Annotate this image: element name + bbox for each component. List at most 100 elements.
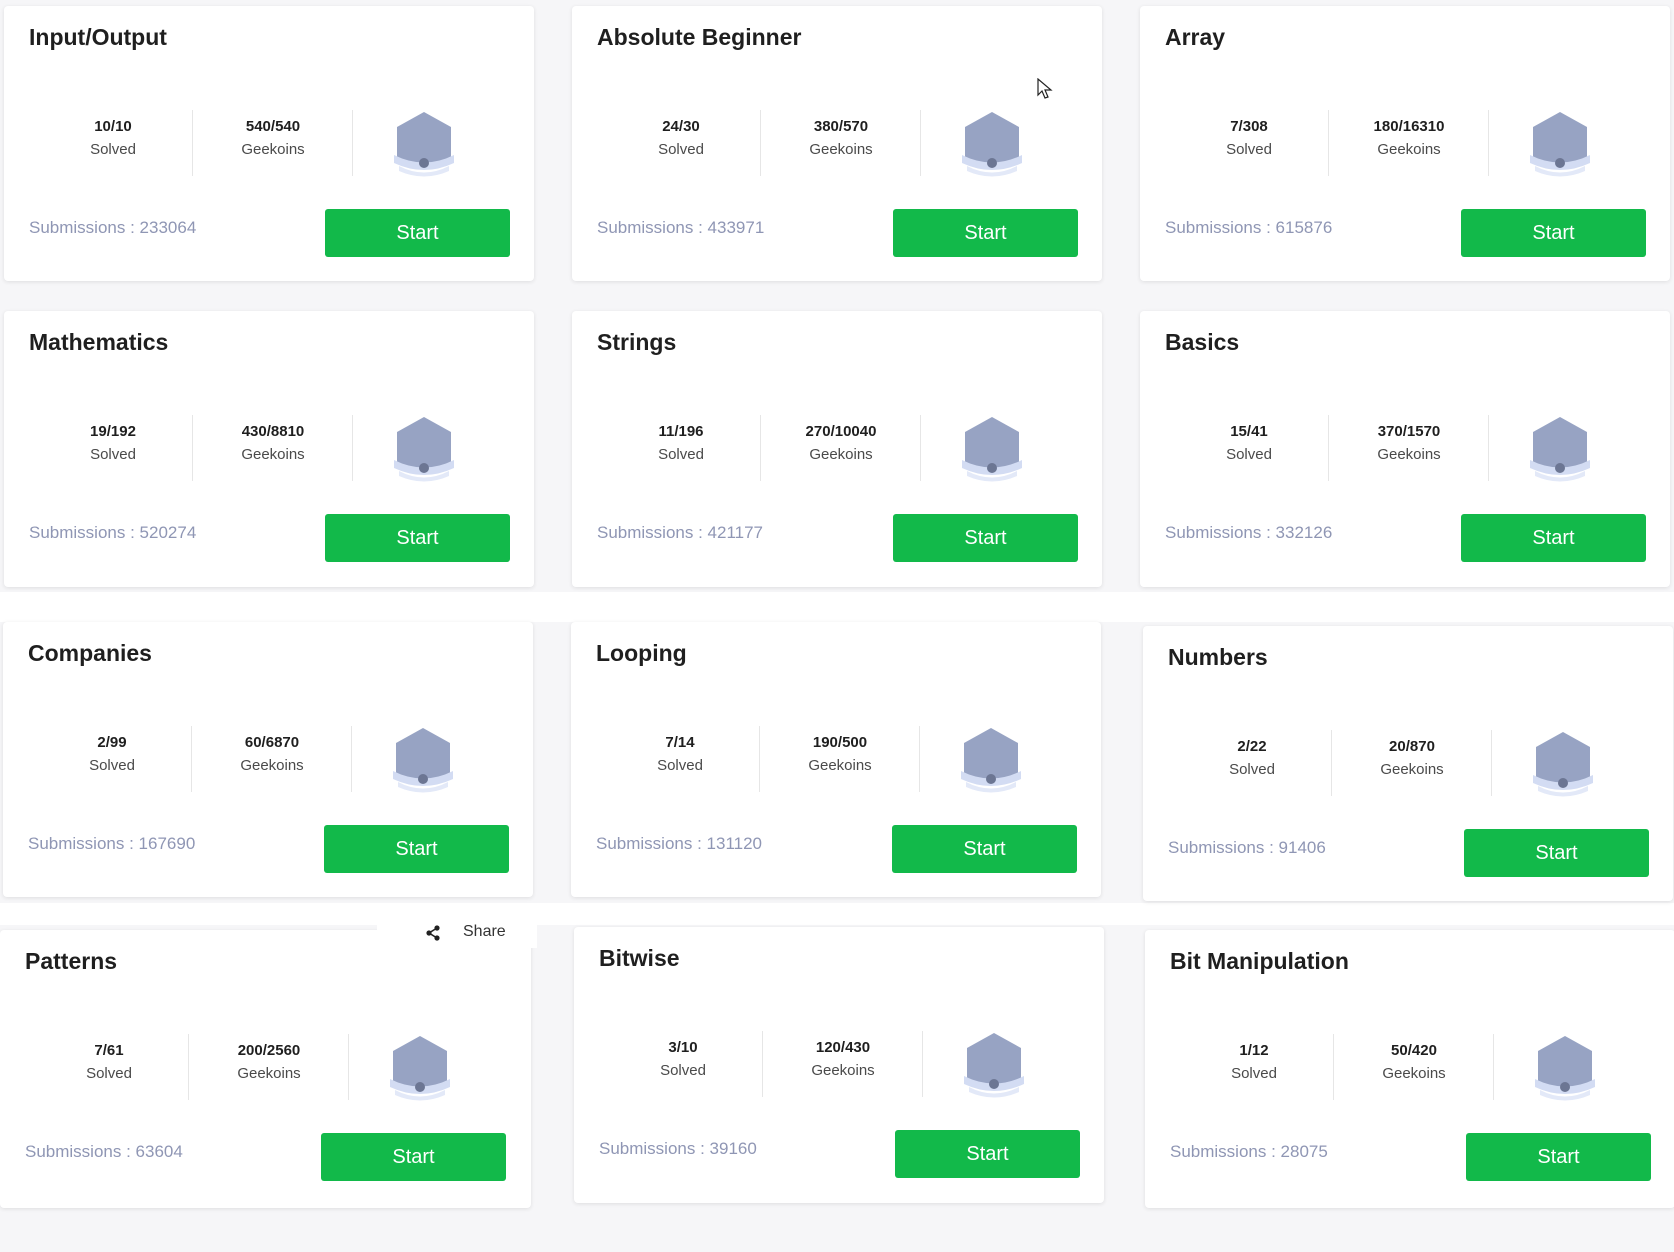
stat-divider [920,415,921,481]
row-separator [0,592,1674,622]
geekoins-stat: 60/6870 Geekoins [192,732,352,794]
geekoins-count: 540/540 [245,118,301,135]
topic-card[interactable]: Basics 15/41 Solved 370/1570 Geekoins Su… [1140,311,1670,587]
share-icon [426,925,440,941]
start-button[interactable]: Start [893,514,1078,562]
start-button[interactable]: Start [325,209,510,257]
share-label: Share [463,923,506,940]
topic-card[interactable]: Bitwise 3/10 Solved 120/430 Geekoins Sub… [574,927,1104,1203]
submissions-count: Submissions : 520274 [29,523,197,542]
solved-label: Solved [90,446,136,463]
geekoins-stat: 180/16310 Geekoins [1329,116,1489,178]
solved-count: 10/10 [94,118,132,135]
geekoins-label: Geekoins [1377,446,1441,463]
geekoins-stat: 190/500 Geekoins [760,732,920,794]
geekoins-count: 180/16310 [1373,118,1445,135]
topic-card[interactable]: Array 7/308 Solved 180/16310 Geekoins Su… [1140,6,1670,281]
badge-icon [964,1033,1024,1098]
topic-card[interactable]: Numbers 2/22 Solved 20/870 Geekoins Subm… [1143,626,1673,901]
solved-count: 2/99 [97,734,127,751]
geekoins-count: 380/570 [813,118,869,135]
solved-count: 3/10 [668,1039,698,1056]
topic-card[interactable]: Absolute Beginner 24/30 Solved 380/570 G… [572,6,1102,281]
solved-stat: 7/14 Solved [600,732,760,794]
solved-count: 2/22 [1237,738,1267,755]
solved-label: Solved [1229,761,1275,778]
solved-stat: 10/10 Solved [33,116,193,178]
stat-divider [919,726,920,792]
submissions-count: Submissions : 63604 [25,1142,183,1161]
start-button[interactable]: Start [321,1133,506,1181]
geekoins-count: 430/8810 [241,423,305,440]
start-button[interactable]: Start [1461,514,1646,562]
solved-count: 7/14 [665,734,695,751]
solved-stat: 2/22 Solved [1172,736,1332,798]
topic-card[interactable]: Strings 11/196 Solved 270/10040 Geekoins… [572,311,1102,587]
geekoins-count: 190/500 [812,734,868,751]
start-button[interactable]: Start [895,1130,1080,1178]
topic-title: Absolute Beginner [597,24,802,50]
geekoins-count: 60/6870 [244,734,300,751]
solved-label: Solved [660,1062,706,1079]
solved-count: 11/196 [658,423,704,440]
geekoins-label: Geekoins [1380,761,1444,778]
start-button[interactable]: Start [325,514,510,562]
row-separator [0,903,1674,925]
solved-stat: 2/99 Solved [32,732,192,794]
stat-divider [1488,110,1489,176]
solved-count: 7/61 [94,1042,124,1059]
stat-divider [922,1031,923,1097]
geekoins-count: 270/10040 [805,423,877,440]
submissions-count: Submissions : 233064 [29,218,197,237]
solved-label: Solved [1226,141,1272,158]
share-button[interactable]: Share [377,918,537,948]
solved-label: Solved [658,141,704,158]
geekoins-label: Geekoins [809,446,873,463]
geekoins-count: 50/420 [1391,1042,1437,1059]
start-button[interactable]: Start [1466,1133,1651,1181]
submissions-count: Submissions : 421177 [597,523,764,542]
geekoins-label: Geekoins [811,1062,875,1079]
solved-label: Solved [657,757,703,774]
solved-label: Solved [86,1065,132,1082]
submissions-count: Submissions : 39160 [599,1139,757,1158]
geekoins-stat: 370/1570 Geekoins [1329,421,1489,483]
submissions-count: Submissions : 167690 [28,834,196,853]
geekoins-stat: 50/420 Geekoins [1334,1040,1494,1102]
start-button[interactable]: Start [893,209,1078,257]
topic-title: Strings [597,329,677,355]
topic-title: Mathematics [29,329,169,355]
solved-label: Solved [90,141,136,158]
badge-icon [1530,417,1590,482]
geekoins-label: Geekoins [237,1065,301,1082]
topic-card[interactable]: Looping 7/14 Solved 190/500 Geekoins Sub… [571,622,1101,897]
badge-icon [962,112,1022,177]
submissions-count: Submissions : 332126 [1165,523,1333,542]
practice-board: Input/Output 10/10 Solved 540/540 Geekoi… [0,0,1674,1252]
geekoins-count: 120/430 [815,1039,871,1056]
solved-count: 24/30 [662,118,700,135]
solved-stat: 3/10 Solved [603,1037,763,1099]
badge-icon [394,417,454,482]
badge-icon [393,728,453,793]
start-button[interactable]: Start [892,825,1077,873]
geekoins-count: 370/1570 [1377,423,1441,440]
geekoins-count: 200/2560 [237,1042,301,1059]
start-button[interactable]: Start [1461,209,1646,257]
start-button[interactable]: Start [1464,829,1649,877]
topic-card[interactable]: Patterns 7/61 Solved 200/2560 Geekoins S… [0,918,537,1208]
topic-title: Basics [1165,329,1240,355]
solved-label: Solved [89,757,135,774]
topic-card[interactable]: Bit Manipulation 1/12 Solved 50/420 Geek… [1145,930,1674,1208]
topic-title: Companies [28,640,152,666]
solved-count: 7/308 [1230,118,1268,135]
topic-card[interactable]: Input/Output 10/10 Solved 540/540 Geekoi… [4,6,534,281]
topic-card[interactable]: Mathematics 19/192 Solved 430/8810 Geeko… [4,311,534,587]
stat-divider [351,726,352,792]
solved-stat: 1/12 Solved [1174,1040,1334,1102]
topic-card[interactable]: Companies 2/99 Solved 60/6870 Geekoins S… [3,622,533,897]
start-button[interactable]: Start [324,825,509,873]
solved-stat: 11/196 Solved [601,421,761,483]
geekoins-label: Geekoins [808,757,872,774]
topic-title: Input/Output [29,24,167,50]
